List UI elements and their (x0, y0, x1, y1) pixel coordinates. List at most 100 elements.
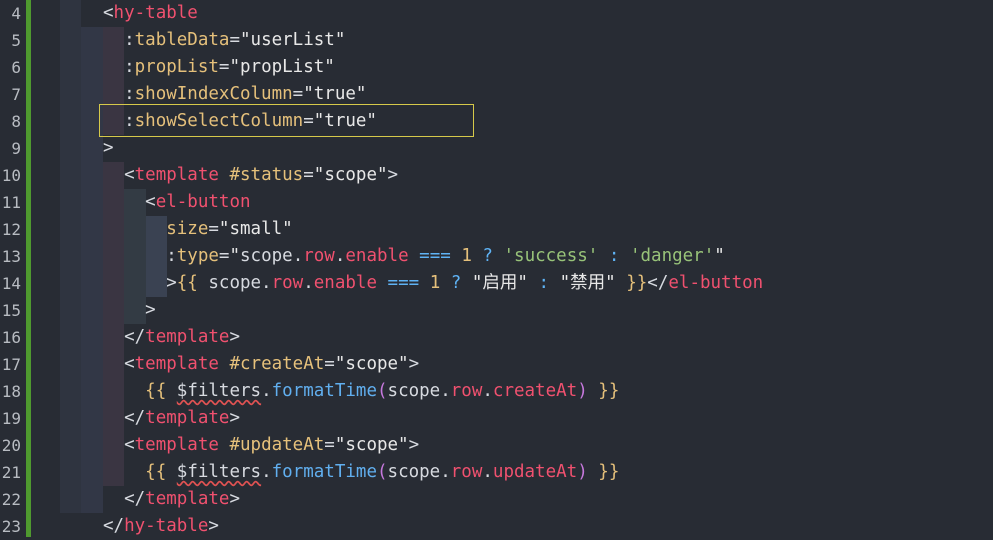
code-token: ( (376, 462, 388, 482)
code-token: #updateAt (229, 435, 325, 455)
indent-guide (60, 216, 81, 243)
line-number: 9 (11, 139, 21, 158)
code-token: {{ (145, 462, 167, 482)
code-token: ? (450, 273, 462, 293)
code-line[interactable]: 22 </template> (0, 486, 993, 513)
indent-guide (60, 486, 81, 513)
indent-guide (60, 162, 81, 189)
code-line[interactable]: 18 {{ $filters.formatTime(scope.row.crea… (0, 378, 993, 405)
indent-guide (60, 270, 81, 297)
code-lines[interactable]: 4 <hy-table 5 :tableData="userList" 6 :prop… (0, 0, 993, 540)
code-token: {{ (145, 381, 167, 401)
code-token: updateAt (492, 462, 578, 482)
code-line[interactable]: 17 <template #createAt="scope"> (0, 351, 993, 378)
code-token: ) (577, 381, 588, 401)
code-token: . (482, 381, 493, 401)
code-token: ) (577, 462, 588, 482)
code-token: . (303, 273, 314, 293)
code-line[interactable]: 10 <template #status="scope"> (0, 162, 993, 189)
code-token: enable (345, 246, 409, 266)
code-line[interactable]: 15 > (0, 297, 993, 324)
code-line[interactable]: 9 > (0, 135, 993, 162)
indent-guide (81, 270, 103, 297)
code-line[interactable]: 13 :type="scope.row.enable === 1 ? 'succ… (0, 243, 993, 270)
code-token: : (166, 246, 177, 266)
line-number: 8 (11, 112, 21, 131)
code-text: :tableData="userList" (103, 27, 345, 54)
code-line[interactable]: 14 >{{ scope.row.enable === 1 ? "启用" : "… (0, 270, 993, 297)
indent-guide (81, 378, 103, 405)
indent-guide (81, 405, 103, 432)
code-line[interactable]: 21 {{ $filters.formatTime(scope.row.upda… (0, 459, 993, 486)
code-token: "scope" (334, 435, 409, 455)
code-token: : (608, 246, 620, 266)
code-token: . (261, 462, 272, 482)
indent-guide (81, 189, 103, 216)
code-token: . (261, 381, 272, 401)
code-token: #createAt (229, 354, 325, 374)
code-token: </ (124, 408, 146, 428)
indent-guide (60, 351, 81, 378)
code-token: = (208, 219, 219, 239)
code-text: :type="scope.row.enable === 1 ? 'success… (103, 243, 725, 270)
code-line[interactable]: 16 </template> (0, 324, 993, 351)
code-line[interactable]: 11 <el-button (0, 189, 993, 216)
code-line[interactable]: 6 :propList="propList" (0, 54, 993, 81)
code-token: " (229, 246, 241, 266)
code-token: template (145, 408, 230, 428)
code-line[interactable]: 20 <template #updateAt="scope"> (0, 432, 993, 459)
code-text: <template #status="scope"> (103, 162, 398, 189)
code-token: scope. (240, 246, 304, 266)
code-token: . (482, 462, 493, 482)
code-line[interactable]: 5 :tableData="userList" (0, 27, 993, 54)
code-token: = (324, 435, 335, 455)
line-number: 10 (1, 166, 21, 185)
code-token: template (145, 327, 230, 347)
indent-guide (60, 81, 81, 108)
code-text: </template> (103, 324, 240, 351)
code-token: < (145, 192, 156, 212)
code-token: hy-table (124, 516, 209, 536)
code-token: createAt (492, 381, 578, 401)
indent-guide (81, 459, 103, 486)
code-token: template (145, 489, 230, 509)
indent-guide (81, 54, 103, 81)
code-token: < (103, 3, 114, 23)
line-number: 20 (1, 436, 21, 455)
code-text: <template #updateAt="scope"> (103, 432, 419, 459)
code-line[interactable]: 12 size="small" (0, 216, 993, 243)
code-token: tableData (134, 30, 230, 50)
code-token: scope. (387, 462, 451, 482)
code-line[interactable]: 23 </hy-table> (0, 513, 993, 540)
indent-guide (60, 0, 81, 27)
code-editor[interactable]: 4 <hy-table 5 :tableData="userList" 6 :prop… (0, 0, 993, 537)
code-token: > (408, 435, 420, 455)
line-number: 11 (1, 193, 21, 212)
code-token: formatTime (271, 381, 377, 401)
code-text: > (103, 135, 114, 162)
code-text: >{{ scope.row.enable === 1 ? "启用" : "禁用"… (103, 270, 763, 297)
code-token: === (387, 273, 420, 293)
code-line[interactable]: 19 </template> (0, 405, 993, 432)
indent-guide (60, 27, 81, 54)
code-token: ? (482, 246, 493, 266)
code-line[interactable]: 4 <hy-table (0, 0, 993, 27)
